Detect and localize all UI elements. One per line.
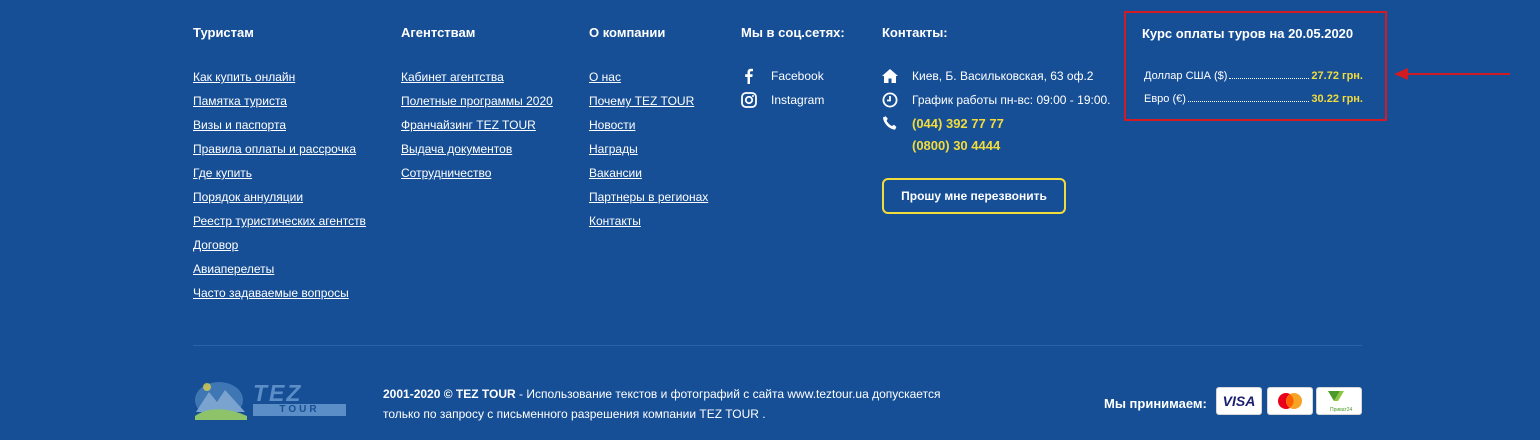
rate-value-usd: 27.72 грн.	[1311, 70, 1363, 82]
link-flights[interactable]: Авиаперелеты	[193, 262, 274, 276]
link-how-to-buy[interactable]: Как купить онлайн	[193, 70, 295, 84]
copyright-line-1: 2001-2020 © TEZ TOUR - Использование тек…	[383, 384, 940, 404]
mastercard-icon	[1267, 387, 1313, 415]
rate-currency-usd: Доллар США ($)	[1144, 70, 1228, 82]
rate-row-eur: Евро (€) 30.22 грн.	[1144, 93, 1363, 105]
clock-icon	[882, 92, 898, 108]
privat24-icon: Приват24	[1316, 387, 1362, 415]
link-cooperation[interactable]: Сотрудничество	[401, 166, 491, 180]
col-title-agencies: Агентствам	[401, 25, 476, 40]
copyright-line-2: только по запросу с письменного разрешен…	[383, 407, 766, 421]
link-contract[interactable]: Договор	[193, 238, 238, 252]
rate-dots	[1229, 78, 1310, 79]
link-tourist-memo[interactable]: Памятка туриста	[193, 94, 287, 108]
link-visas[interactable]: Визы и паспорта	[193, 118, 286, 132]
address-text: Киев, Б. Васильковская, 63 оф.2	[912, 69, 1094, 83]
contact-phone-2[interactable]: (0800) 30 4444	[912, 138, 1000, 153]
link-why-tez[interactable]: Почему TEZ TOUR	[589, 94, 694, 108]
rates-title: Курс оплаты туров на 20.05.2020	[1142, 26, 1354, 41]
visa-text: VISA	[1222, 393, 1256, 409]
instagram-icon	[741, 92, 757, 108]
link-franchise[interactable]: Франчайзинг TEZ TOUR	[401, 118, 536, 132]
link-about[interactable]: О нас	[589, 70, 621, 84]
phone-number-2[interactable]: (0800) 30 4444	[912, 138, 1000, 153]
link-faq[interactable]: Часто задаваемые вопросы	[193, 286, 349, 300]
link-flight-programs[interactable]: Полетные программы 2020	[401, 94, 553, 108]
social-facebook[interactable]: Facebook	[741, 68, 824, 84]
link-where-to-buy[interactable]: Где купить	[193, 166, 252, 180]
link-agency-registry[interactable]: Реестр туристических агентств	[193, 214, 366, 228]
contact-phone-1[interactable]: (044) 392 77 77	[882, 115, 1004, 131]
logo-text-tour: TOUR	[253, 404, 346, 416]
link-cancellation[interactable]: Порядок аннуляции	[193, 190, 303, 204]
copyright-text: 2001-2020 © TEZ TOUR - Использование тек…	[383, 384, 940, 424]
logo-text-tez: TEZ	[253, 380, 303, 406]
link-vacancies[interactable]: Вакансии	[589, 166, 642, 180]
col-title-company: О компании	[589, 25, 666, 40]
phone-icon	[882, 115, 898, 131]
col-title-social: Мы в соц.сетях:	[741, 25, 845, 40]
contact-address: Киев, Б. Васильковская, 63 оф.2	[882, 68, 1093, 84]
link-news[interactable]: Новости	[589, 118, 635, 132]
link-contacts[interactable]: Контакты	[589, 214, 641, 228]
accept-label: Мы принимаем:	[1104, 396, 1207, 411]
logo-mountain-icon	[195, 382, 247, 420]
callback-button[interactable]: Прошу мне перезвонить	[882, 178, 1066, 214]
facebook-label: Facebook	[771, 69, 824, 83]
social-instagram[interactable]: Instagram	[741, 92, 824, 108]
instagram-label: Instagram	[771, 93, 825, 107]
visa-icon: VISA	[1216, 387, 1262, 415]
exchange-rates-box: Курс оплаты туров на 20.05.2020 Доллар С…	[1124, 11, 1387, 121]
col-title-contacts: Контакты:	[882, 25, 948, 40]
link-regional-partners[interactable]: Партнеры в регионах	[589, 190, 708, 204]
hours-text: График работы пн-вс: 09:00 - 19:00.	[912, 93, 1111, 107]
col-title-tourists: Туристам	[193, 25, 254, 40]
facebook-icon	[741, 68, 757, 84]
rate-dots	[1187, 101, 1310, 102]
rate-currency-eur: Евро (€)	[1144, 93, 1186, 105]
tez-tour-logo[interactable]: TEZ TOUR	[193, 378, 349, 420]
link-awards[interactable]: Награды	[589, 142, 638, 156]
phone-number-1[interactable]: (044) 392 77 77	[912, 116, 1004, 131]
copyright-rest: - Использование текстов и фотографий с с…	[515, 387, 941, 401]
link-documents[interactable]: Выдача документов	[401, 142, 512, 156]
rate-value-eur: 30.22 грн.	[1311, 93, 1363, 105]
annotation-arrow	[1394, 68, 1510, 80]
rate-row-usd: Доллар США ($) 27.72 грн.	[1144, 70, 1363, 82]
link-agency-cabinet[interactable]: Кабинет агентства	[401, 70, 504, 84]
contact-hours: График работы пн-вс: 09:00 - 19:00.	[882, 92, 1111, 108]
copyright-bold: 2001-2020 © TEZ TOUR	[383, 387, 516, 401]
home-icon	[882, 68, 898, 84]
link-payment-rules[interactable]: Правила оплаты и рассрочка	[193, 142, 356, 156]
svg-text:Приват24: Приват24	[1330, 407, 1353, 413]
footer-divider	[193, 345, 1362, 346]
